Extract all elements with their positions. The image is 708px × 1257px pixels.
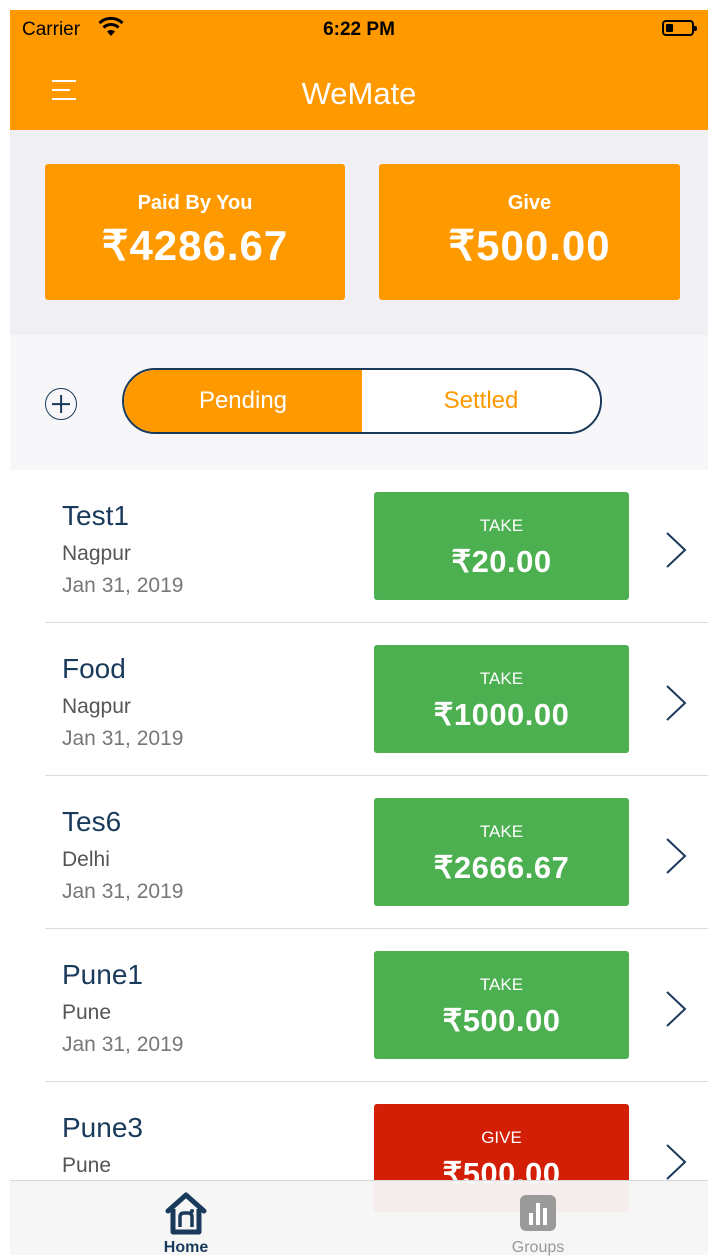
tab-home-label: Home [163, 1239, 209, 1256]
give-label: Give [507, 192, 552, 214]
paid-by-you-card: Paid By You ₹4286.67 [45, 164, 345, 300]
badge-amount: ₹2666.67 [433, 850, 570, 885]
expense-title: Pune1 [62, 959, 143, 990]
list-item[interactable]: Test1 Nagpur Jan 31, 2019 TAKE ₹20.00 [10, 470, 708, 623]
filter-row: Pending Settled [10, 335, 708, 470]
segment-settled[interactable]: Settled [362, 370, 600, 432]
expense-title: Test1 [62, 500, 129, 531]
expense-date: Jan 31, 2019 [62, 727, 184, 750]
tab-home[interactable]: Home [86, 1181, 286, 1256]
badge-type: GIVE [481, 1128, 522, 1147]
list-item[interactable]: Pune1 Pune Jan 31, 2019 TAKE ₹500.00 [10, 929, 708, 1082]
add-expense-button[interactable] [45, 388, 77, 420]
expense-city: Pune [62, 1154, 112, 1177]
chevron-right-icon [666, 991, 687, 1027]
badge-amount: ₹1000.00 [433, 697, 570, 732]
chevron-right-icon [666, 1144, 687, 1180]
status-time: 6:22 PM [323, 19, 395, 40]
groups-chart-icon [520, 1195, 556, 1231]
expense-city: Nagpur [62, 695, 131, 718]
tab-groups[interactable]: Groups [438, 1181, 638, 1256]
summary-section: Paid By You ₹4286.67 Give ₹500.00 [10, 130, 708, 335]
status-segmented-control: Pending Settled [122, 368, 602, 434]
status-bar: Carrier 6:22 PM [10, 10, 708, 50]
badge-type: TAKE [479, 669, 524, 688]
badge-type: TAKE [479, 975, 524, 994]
chevron-right-icon [666, 532, 687, 568]
badge-type: TAKE [479, 822, 524, 841]
expense-title: Tes6 [62, 806, 122, 837]
expense-title: Pune3 [62, 1112, 143, 1143]
badge-amount: ₹20.00 [451, 544, 552, 579]
give-amount: ₹500.00 [448, 222, 611, 269]
expense-city: Nagpur [62, 542, 131, 565]
chevron-right-icon [666, 685, 687, 721]
home-icon [165, 1192, 207, 1235]
expense-date: Jan 31, 2019 [62, 880, 184, 903]
list-item[interactable]: Tes6 Delhi Jan 31, 2019 TAKE ₹2666.67 [10, 776, 708, 929]
expense-date: Jan 31, 2019 [62, 1033, 184, 1056]
take-badge: TAKE ₹1000.00 [374, 645, 629, 753]
battery-icon [662, 20, 697, 36]
expense-city: Delhi [62, 848, 110, 871]
badge-type: TAKE [479, 516, 524, 535]
expense-date: Jan 31, 2019 [62, 574, 184, 597]
tab-groups-label: Groups [511, 1239, 565, 1256]
expense-city: Pune [62, 1001, 112, 1024]
list-item[interactable]: Food Nagpur Jan 31, 2019 TAKE ₹1000.00 [10, 623, 708, 776]
give-card: Give ₹500.00 [379, 164, 680, 300]
expense-title: Food [62, 653, 126, 684]
nav-bar: WeMate [10, 50, 708, 130]
take-badge: TAKE ₹20.00 [374, 492, 629, 600]
badge-amount: ₹500.00 [442, 1003, 561, 1038]
app-title: WeMate [301, 76, 417, 111]
take-badge: TAKE ₹500.00 [374, 951, 629, 1059]
paid-by-you-amount: ₹4286.67 [101, 222, 289, 269]
paid-by-you-label: Paid By You [137, 192, 253, 214]
chevron-right-icon [666, 838, 687, 874]
tab-bar: Home Groups [10, 1180, 708, 1256]
take-badge: TAKE ₹2666.67 [374, 798, 629, 906]
segment-pending[interactable]: Pending [124, 370, 362, 432]
